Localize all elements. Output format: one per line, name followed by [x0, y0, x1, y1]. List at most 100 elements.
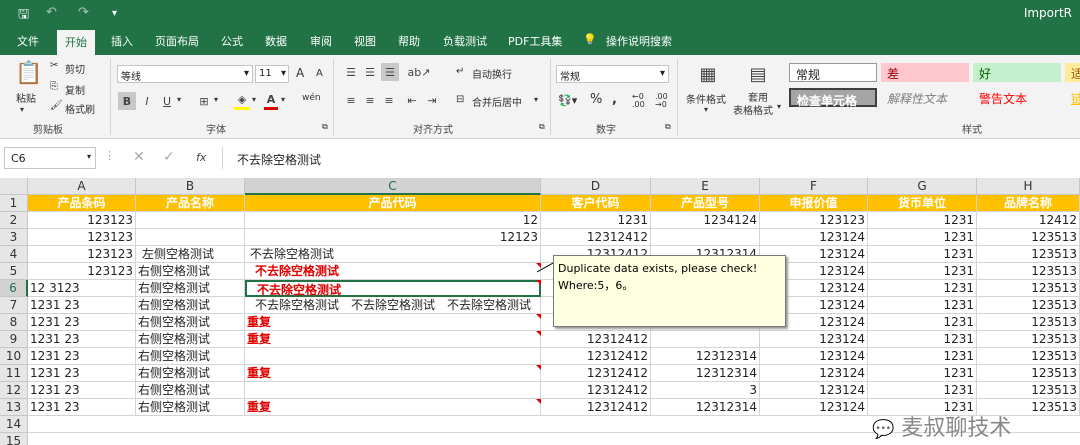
border-icon[interactable]: ⊞: [195, 92, 213, 110]
cell[interactable]: 123123: [28, 212, 136, 229]
comment-indicator[interactable]: [536, 280, 541, 285]
cell[interactable]: 12 3123: [28, 280, 136, 297]
cell[interactable]: 1234124: [651, 212, 760, 229]
cell[interactable]: 右侧空格测试: [136, 314, 245, 331]
comment-indicator[interactable]: [536, 365, 541, 370]
cell[interactable]: [136, 212, 245, 229]
comment-indicator[interactable]: [536, 331, 541, 336]
column-header-g[interactable]: G: [868, 178, 977, 195]
cell-duplicate[interactable]: 重复: [245, 399, 541, 416]
redo-icon[interactable]: ↷: [78, 5, 89, 20]
cell[interactable]: 123513: [977, 348, 1080, 365]
cell[interactable]: 12312412: [541, 229, 651, 246]
percent-button[interactable]: %: [590, 92, 602, 107]
cell[interactable]: [651, 229, 760, 246]
cell[interactable]: 123513: [977, 314, 1080, 331]
cell[interactable]: 不去除空格测试 不去除空格测试 不去除空格测试: [245, 297, 541, 314]
cell[interactable]: 右侧空格测试: [136, 382, 245, 399]
cell[interactable]: 12123: [245, 229, 541, 246]
row-header[interactable]: 1: [0, 195, 28, 212]
cell[interactable]: 123123: [28, 246, 136, 263]
cell[interactable]: 123513: [977, 246, 1080, 263]
cancel-icon[interactable]: ✕: [133, 149, 145, 165]
cell[interactable]: 123124: [760, 331, 868, 348]
select-all-button[interactable]: [0, 178, 28, 195]
cell[interactable]: 1231 23: [28, 365, 136, 382]
cell[interactable]: 12312314: [651, 399, 760, 416]
style-normal[interactable]: 常规: [789, 63, 877, 82]
cell[interactable]: 1231: [541, 212, 651, 229]
align-left-icon[interactable]: ≡: [343, 91, 359, 109]
cell[interactable]: 123124: [760, 229, 868, 246]
cell[interactable]: 1231: [868, 314, 977, 331]
column-header-b[interactable]: B: [136, 178, 245, 195]
copy-button[interactable]: 复制: [65, 82, 85, 97]
row-header[interactable]: 6: [0, 280, 28, 297]
phonetic-icon[interactable]: wén: [302, 93, 321, 103]
style-linked-cell[interactable]: 链: [1065, 88, 1080, 107]
cell[interactable]: 不去除空格测试: [245, 246, 541, 263]
fill-color-icon[interactable]: ◈: [234, 92, 250, 110]
cell[interactable]: 右侧空格测试: [136, 399, 245, 416]
fill-dropdown-icon[interactable]: ▾: [252, 95, 256, 104]
customize-quick-access-icon[interactable]: ▾: [112, 8, 117, 19]
cell[interactable]: 12312412: [541, 382, 651, 399]
comment-indicator[interactable]: [536, 399, 541, 404]
row-header[interactable]: 12: [0, 382, 28, 399]
increase-indent-icon[interactable]: ⇥: [424, 91, 440, 109]
cell[interactable]: 左侧空格测试: [136, 246, 245, 263]
cell[interactable]: 12312412: [541, 365, 651, 382]
cell[interactable]: 右侧空格测试: [136, 297, 245, 314]
header-cell[interactable]: 货币单位: [868, 195, 977, 212]
cell[interactable]: 1231: [868, 212, 977, 229]
conditional-formatting-icon[interactable]: ▦: [695, 61, 721, 87]
column-header-d[interactable]: D: [541, 178, 651, 195]
column-header-a[interactable]: A: [28, 178, 136, 195]
merge-center-button[interactable]: 合并后居中: [472, 94, 522, 109]
cell[interactable]: 12312412: [541, 348, 651, 365]
copy-icon[interactable]: ⎘: [50, 81, 58, 92]
cell[interactable]: 123513: [977, 280, 1080, 297]
cell[interactable]: 1231 23: [28, 331, 136, 348]
comma-button[interactable]: ,: [612, 92, 617, 107]
cell[interactable]: 123513: [977, 331, 1080, 348]
tab-view[interactable]: 视图: [354, 33, 376, 49]
tab-pdf-tools[interactable]: PDF工具集: [508, 33, 562, 49]
cell[interactable]: 1231: [868, 297, 977, 314]
tab-file[interactable]: 文件: [17, 33, 39, 49]
header-cell[interactable]: 产品型号: [651, 195, 760, 212]
cell[interactable]: 123123: [760, 212, 868, 229]
cell[interactable]: 右侧空格测试: [136, 263, 245, 280]
cell[interactable]: 1231 23: [28, 399, 136, 416]
underline-button[interactable]: U: [158, 92, 176, 110]
cell[interactable]: 1231: [868, 229, 977, 246]
tab-page-layout[interactable]: 页面布局: [155, 33, 199, 49]
dialog-launcher-icon[interactable]: ⧉: [539, 122, 545, 132]
format-painter-icon[interactable]: 🖌: [50, 100, 63, 111]
cell[interactable]: 1231 23: [28, 348, 136, 365]
cell[interactable]: 1231 23: [28, 314, 136, 331]
insert-function-button[interactable]: fx: [196, 151, 206, 164]
orientation-icon[interactable]: ab↗: [408, 63, 431, 81]
cell[interactable]: 123513: [977, 365, 1080, 382]
header-cell[interactable]: 申报价值: [760, 195, 868, 212]
grow-font-button[interactable]: A: [296, 66, 304, 80]
header-cell[interactable]: 产品名称: [136, 195, 245, 212]
cell[interactable]: [245, 348, 541, 365]
row-header[interactable]: 2: [0, 212, 28, 229]
cell-duplicate[interactable]: 重复: [245, 365, 541, 382]
row-header[interactable]: 14: [0, 416, 28, 433]
cell[interactable]: 12312412: [541, 399, 651, 416]
conditional-formatting-button[interactable]: 条件格式: [686, 91, 726, 106]
cell[interactable]: 123124: [760, 348, 868, 365]
header-cell[interactable]: 客户代码: [541, 195, 651, 212]
enter-icon[interactable]: ✓: [163, 149, 175, 165]
cell[interactable]: 123124: [760, 365, 868, 382]
paste-dropdown-icon[interactable]: ▾: [20, 105, 24, 114]
cell[interactable]: [651, 331, 760, 348]
cut-button[interactable]: 剪切: [65, 61, 85, 76]
cell[interactable]: 1231: [868, 382, 977, 399]
header-cell[interactable]: 产品代码: [245, 195, 541, 212]
row-header[interactable]: 9: [0, 331, 28, 348]
style-neutral[interactable]: 适: [1065, 63, 1080, 82]
